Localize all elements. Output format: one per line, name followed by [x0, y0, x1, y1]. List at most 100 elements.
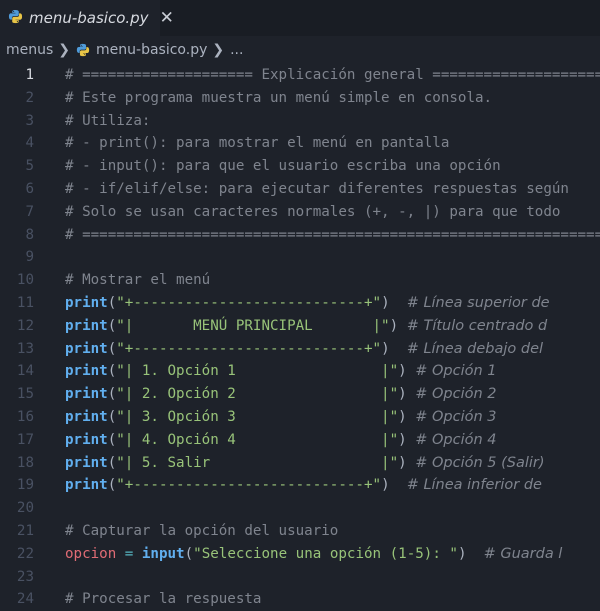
line-number: 20	[16, 500, 34, 517]
line-number: 6	[25, 180, 34, 197]
token: )	[398, 386, 416, 403]
line-number: 18	[16, 454, 34, 471]
code-line[interactable]: 3 # Utiliza:	[0, 110, 600, 133]
code-text: # ==================== Explicación gener…	[34, 64, 600, 87]
line-number: 15	[16, 386, 34, 403]
code-line[interactable]: 18 print("| 5. Salir |") # Opción 5 (Sali…	[0, 452, 600, 475]
code-text: print("| 5. Salir |") # Opción 5 (Salir)	[34, 452, 545, 475]
code-line[interactable]: 12 print("| MENÚ PRINCIPAL |") # Título c…	[0, 315, 600, 338]
code-line[interactable]: 5 # - input(): para que el usuario escrib…	[0, 155, 600, 178]
token: "Seleccione una opción (1-5): "	[193, 545, 458, 562]
chevron-right-icon: ❯	[212, 42, 225, 58]
token: print	[65, 294, 108, 311]
line-number: 2	[25, 89, 34, 106]
code-line[interactable]: 1 # ==================== Explicación gene…	[0, 64, 600, 87]
line-number: 1	[25, 67, 34, 83]
token: print	[65, 454, 108, 471]
token: print	[65, 408, 108, 425]
token: "| 4. Opción 4 |"	[116, 431, 399, 448]
token: "+---------------------------+"	[116, 477, 382, 494]
code-text: print("| MENÚ PRINCIPAL |") # Título cen…	[34, 315, 547, 338]
token: # Mostrar el menú	[65, 272, 211, 289]
code-line[interactable]: 10 # Mostrar el menú	[0, 269, 600, 292]
code-line[interactable]: 9	[0, 246, 600, 269]
token: # Línea inferior de	[406, 477, 542, 494]
token: print	[65, 431, 108, 448]
token: (	[107, 408, 117, 425]
code-line[interactable]: 2 # Este programa muestra un menú simple …	[0, 87, 600, 110]
code-line[interactable]: 21 # Capturar la opción del usuario	[0, 520, 600, 543]
code-line[interactable]: 4 # - print(): para mostrar el menú en pa…	[0, 132, 600, 155]
code-line[interactable]: 15 print("| 2. Opción 2 |") # Opción 2	[0, 383, 600, 406]
token: # ==================== Explicación gener…	[65, 67, 600, 83]
code-line[interactable]: 20	[0, 497, 600, 520]
line-number: 19	[16, 477, 34, 494]
code-text: print("| 3. Opción 3 |") # Opción 3	[34, 406, 497, 429]
code-line[interactable]: 17 print("| 4. Opción 4 |") # Opción 4	[0, 429, 600, 452]
line-number: 12	[16, 317, 34, 334]
line-number: 23	[16, 568, 34, 585]
tab-title: menu-basico.py	[29, 9, 149, 27]
token: # Título centrado d	[406, 317, 548, 334]
token: (	[107, 477, 117, 494]
code-text: print("+---------------------------+") #…	[34, 338, 543, 361]
line-number: 11	[16, 294, 34, 311]
token: # Solo se usan caracteres normales (+, -…	[65, 203, 561, 220]
token: # Este programa muestra un menú simple e…	[65, 89, 493, 106]
python-icon	[76, 43, 90, 57]
token: input	[141, 545, 185, 562]
code-text: # - if/elif/else: para ejecutar diferent…	[34, 178, 569, 201]
code-text: # Solo se usan caracteres normales (+, -…	[34, 201, 560, 224]
code-line[interactable]: 22 opcion = input("Seleccione una opción …	[0, 543, 600, 566]
code-editor[interactable]: 1 # ==================== Explicación gene…	[0, 64, 600, 611]
code-text: opcion = input("Seleccione una opción (1…	[34, 543, 562, 566]
token: # Opción 5 (Salir)	[415, 454, 545, 471]
token: "| 5. Salir |"	[116, 454, 399, 471]
breadcrumb-file[interactable]: menu-basico.py	[76, 42, 207, 58]
token: (	[107, 363, 117, 380]
code-line[interactable]: 19 print("+---------------------------+")…	[0, 474, 600, 497]
token: "+---------------------------+"	[116, 294, 382, 311]
code-line[interactable]: 16 print("| 3. Opción 3 |") # Opción 3	[0, 406, 600, 429]
token: "+---------------------------+"	[116, 340, 382, 357]
line-number: 21	[16, 522, 34, 539]
code-line[interactable]: 6 # - if/elif/else: para ejecutar diferen…	[0, 178, 600, 201]
code-text: # - print(): para mostrar el menú en pan…	[34, 132, 449, 155]
token: )	[398, 431, 416, 448]
token: )	[398, 363, 416, 380]
line-number: 5	[25, 158, 34, 175]
code-text: # Capturar la opción del usuario	[34, 520, 338, 543]
token: # Utiliza:	[65, 112, 151, 129]
token: opcion	[65, 545, 117, 562]
code-line[interactable]: 8 # =====================================…	[0, 224, 600, 247]
token: print	[65, 386, 108, 403]
token: (	[184, 545, 194, 562]
breadcrumb-folder[interactable]: menus	[6, 42, 53, 58]
token: # Opción 1	[415, 363, 497, 380]
line-number: 16	[16, 408, 34, 425]
close-icon[interactable]: ✕	[160, 9, 174, 27]
line-number: 13	[16, 340, 34, 357]
code-line[interactable]: 11 print("+---------------------------+")…	[0, 292, 600, 315]
tab-bar: menu-basico.py ✕	[0, 0, 600, 36]
breadcrumb-more[interactable]: ...	[230, 42, 243, 58]
line-number: 4	[25, 135, 34, 152]
line-number: 22	[16, 545, 34, 562]
tab-menu-basico[interactable]: menu-basico.py ✕	[0, 0, 174, 36]
code-line[interactable]: 13 print("+---------------------------+")…	[0, 338, 600, 361]
code-text: print("| 2. Opción 2 |") # Opción 2	[34, 383, 497, 406]
chevron-right-icon: ❯	[58, 42, 71, 58]
token: # Opción 4	[415, 431, 497, 448]
code-text: # ======================================…	[34, 224, 600, 247]
code-line[interactable]: 7 # Solo se usan caracteres normales (+, …	[0, 201, 600, 224]
code-text: # Este programa muestra un menú simple e…	[34, 87, 492, 110]
token: )	[457, 545, 484, 562]
line-number: 10	[16, 272, 34, 289]
code-line[interactable]: 23	[0, 566, 600, 589]
token: # Procesar la respuesta	[65, 591, 262, 608]
token: )	[381, 294, 407, 311]
code-line[interactable]: 14 print("| 1. Opción 1 |") # Opción 1	[0, 360, 600, 383]
